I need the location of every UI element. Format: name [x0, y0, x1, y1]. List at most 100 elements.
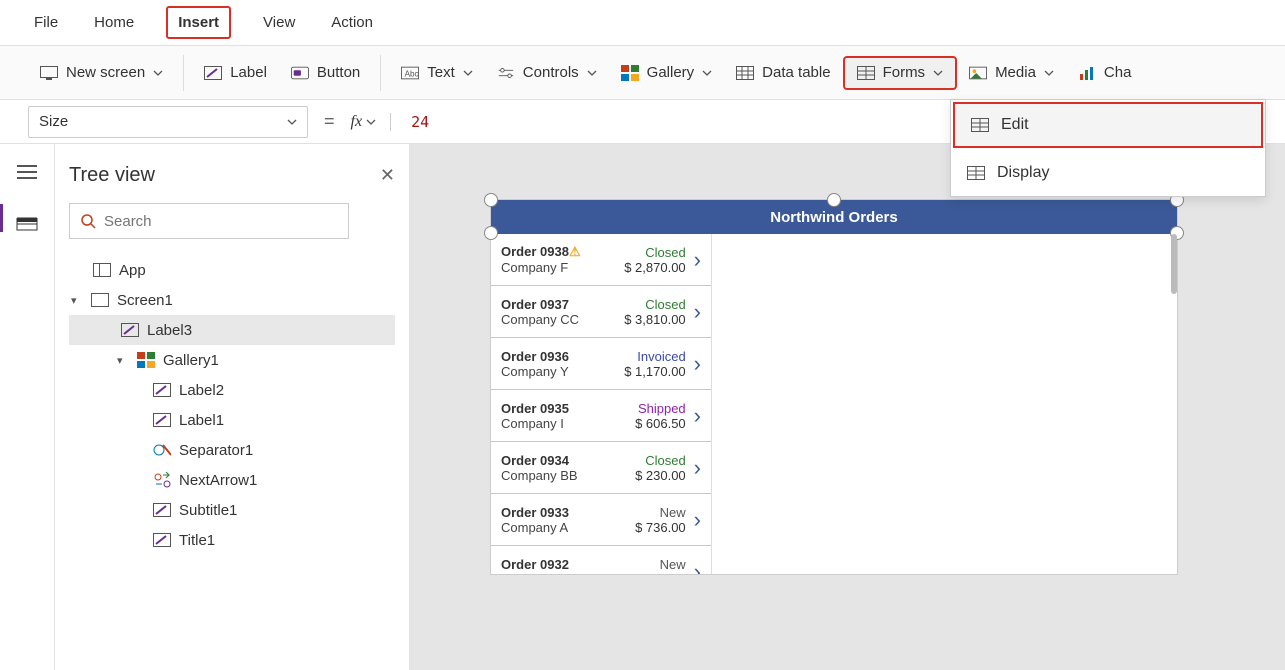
- label-label: Label: [230, 64, 267, 81]
- charts-button[interactable]: Cha: [1066, 58, 1144, 88]
- tree-item-label3[interactable]: Label3: [69, 315, 395, 345]
- order-company: Company BB: [501, 468, 635, 483]
- order-company: Company A: [501, 520, 635, 535]
- label-icon: [204, 64, 222, 82]
- tree-item-screen1[interactable]: ▾Screen1: [69, 285, 395, 315]
- tree-item-label: NextArrow1: [179, 472, 257, 489]
- button-button[interactable]: Button: [279, 58, 372, 88]
- tree-item-separator1[interactable]: Separator1: [69, 435, 395, 465]
- tree-caret[interactable]: ▾: [117, 354, 129, 367]
- order-row[interactable]: Order 0934Company BBClosed$ 230.00›: [491, 442, 711, 494]
- tree-item-label: Separator1: [179, 442, 253, 459]
- tree-item-gallery1[interactable]: ▾Gallery1: [69, 345, 395, 375]
- tree-item-label1[interactable]: Label1: [69, 405, 395, 435]
- canvas[interactable]: Northwind Orders Order 0938⚠Company FClo…: [410, 144, 1285, 670]
- property-select[interactable]: Size: [28, 106, 308, 138]
- tree-item-nextarrow1[interactable]: NextArrow1: [69, 465, 395, 495]
- order-row[interactable]: Order 0937Company CCClosed$ 3,810.00›: [491, 286, 711, 338]
- order-row[interactable]: Order 0932Company KNew$ 800.00›: [491, 546, 711, 574]
- warning-icon: ⚠: [569, 244, 581, 259]
- tree-item-label: Label1: [179, 412, 224, 429]
- tree-item-subtitle1[interactable]: Subtitle1: [69, 495, 395, 525]
- selection-handle[interactable]: [827, 193, 841, 207]
- tree-item-label: Title1: [179, 532, 215, 549]
- search-input[interactable]: [104, 213, 338, 230]
- forms-icon: [857, 64, 875, 82]
- label-icon: [153, 381, 171, 399]
- close-icon[interactable]: ✕: [380, 165, 395, 186]
- menu-action[interactable]: Action: [327, 4, 377, 41]
- text-label: Text: [427, 64, 455, 81]
- controls-button[interactable]: Controls: [485, 58, 609, 88]
- menu-bar: File Home Insert View Action: [0, 0, 1285, 46]
- new-screen-button[interactable]: New screen: [28, 58, 175, 88]
- text-button[interactable]: Abc Text: [389, 58, 485, 88]
- gallery-button[interactable]: Gallery: [609, 58, 725, 88]
- forms-edit-label: Edit: [1001, 116, 1029, 134]
- chevron-down-icon: [153, 68, 163, 78]
- forms-button[interactable]: Forms: [843, 56, 958, 90]
- gallery-label: Gallery: [647, 64, 695, 81]
- scrollbar[interactable]: [1171, 234, 1177, 294]
- chevron-right-icon[interactable]: ›: [694, 247, 701, 273]
- label-icon: [153, 411, 171, 429]
- menu-file[interactable]: File: [30, 4, 62, 41]
- gallery-icon: [621, 64, 639, 82]
- menu-view[interactable]: View: [259, 4, 299, 41]
- order-status: Closed: [624, 245, 685, 260]
- menu-home[interactable]: Home: [90, 4, 138, 41]
- hamburger-icon[interactable]: [15, 160, 39, 184]
- new-screen-label: New screen: [66, 64, 145, 81]
- order-row[interactable]: Order 0936Company YInvoiced$ 1,170.00›: [491, 338, 711, 390]
- button-label: Button: [317, 64, 360, 81]
- data-table-button[interactable]: Data table: [724, 58, 842, 88]
- tree-item-label: Label2: [179, 382, 224, 399]
- chevron-right-icon[interactable]: ›: [694, 455, 701, 481]
- chevron-down-icon: [366, 117, 376, 127]
- forms-label: Forms: [883, 64, 926, 81]
- chevron-right-icon[interactable]: ›: [694, 507, 701, 533]
- tree-search[interactable]: [69, 203, 349, 239]
- tree-item-label2[interactable]: Label2: [69, 375, 395, 405]
- label-icon: [153, 501, 171, 519]
- chevron-right-icon[interactable]: ›: [694, 403, 701, 429]
- order-id: Order 0933: [501, 505, 635, 520]
- tree-view-icon[interactable]: [15, 212, 39, 236]
- search-icon: [80, 213, 96, 229]
- order-status: New: [635, 505, 686, 520]
- main-area: Tree view ✕ App▾Screen1Label3▾Gallery1La…: [0, 144, 1285, 670]
- order-price: $ 2,870.00: [624, 260, 685, 275]
- order-price: $ 230.00: [635, 468, 686, 483]
- order-id: Order 0936: [501, 349, 624, 364]
- menu-insert[interactable]: Insert: [166, 6, 231, 39]
- order-gallery[interactable]: Order 0938⚠Company FClosed$ 2,870.00›Ord…: [491, 234, 1177, 574]
- forms-display-item[interactable]: Display: [951, 150, 1265, 196]
- data-table-label: Data table: [762, 64, 830, 81]
- forms-edit-item[interactable]: Edit: [953, 102, 1263, 148]
- tree-item-title1[interactable]: Title1: [69, 525, 395, 555]
- media-button[interactable]: Media: [957, 58, 1066, 88]
- order-status: Closed: [624, 297, 685, 312]
- chevron-down-icon: [463, 68, 473, 78]
- order-company: Company CC: [501, 312, 624, 327]
- order-row[interactable]: Order 0938⚠Company FClosed$ 2,870.00›: [491, 234, 711, 286]
- fx-button[interactable]: fx: [351, 113, 392, 131]
- order-row[interactable]: Order 0935Company IShipped$ 606.50›: [491, 390, 711, 442]
- selection-handle[interactable]: [484, 193, 498, 207]
- media-label: Media: [995, 64, 1036, 81]
- chevron-right-icon[interactable]: ›: [694, 351, 701, 377]
- controls-label: Controls: [523, 64, 579, 81]
- order-company: Company F: [501, 260, 624, 275]
- tree-items: App▾Screen1Label3▾Gallery1 Label2 Label1 Se…: [69, 255, 395, 555]
- tree-item-label: Subtitle1: [179, 502, 237, 519]
- label-button[interactable]: Label: [192, 58, 279, 88]
- chevron-down-icon: [587, 68, 597, 78]
- tree-caret[interactable]: ▾: [71, 294, 83, 307]
- tree-item-app[interactable]: App: [69, 255, 395, 285]
- chevron-right-icon[interactable]: ›: [694, 299, 701, 325]
- formula-value[interactable]: 24: [401, 113, 429, 131]
- tree-panel: Tree view ✕ App▾Screen1Label3▾Gallery1La…: [55, 144, 410, 670]
- label-icon: [121, 321, 139, 339]
- order-row[interactable]: Order 0933Company ANew$ 736.00›: [491, 494, 711, 546]
- chevron-right-icon[interactable]: ›: [694, 559, 701, 575]
